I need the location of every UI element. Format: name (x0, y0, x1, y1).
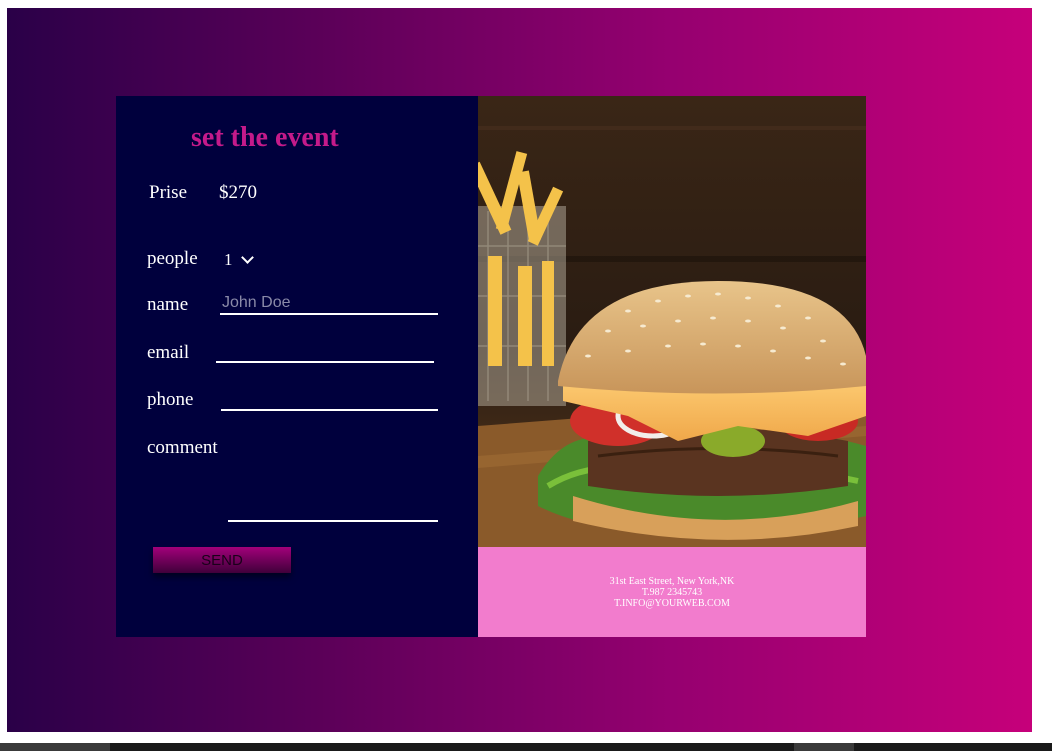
phone-text: T.987 2345743 (641, 586, 703, 598)
email-input[interactable] (216, 341, 434, 363)
event-card: set the event Prise $270 people 1 name e… (116, 96, 866, 637)
food-image-panel: 31st East Street, New York,NK T.987 2345… (478, 96, 866, 637)
taskbar-segment (794, 743, 854, 751)
taskbar (0, 743, 1052, 751)
comment-label: comment (147, 437, 218, 458)
price-label: Prise (149, 182, 187, 203)
people-selected-value: 1 (224, 250, 233, 269)
comment-input[interactable] (228, 500, 438, 522)
event-form: set the event Prise $270 people 1 name e… (116, 96, 478, 637)
email-label: email (147, 342, 190, 363)
burger-photo (478, 96, 866, 547)
chevron-down-icon (240, 251, 254, 264)
form-title: set the event (191, 122, 339, 153)
name-label: name (147, 294, 189, 315)
contact-info-band: 31st East Street, New York,NK T.987 2345… (478, 547, 866, 637)
phone-label: phone (147, 389, 194, 410)
email-text: T.INFO@YOURWEB.COM (614, 597, 730, 609)
taskbar-segment (0, 743, 110, 751)
people-select[interactable]: 1 (224, 248, 264, 272)
address-text: 31st East Street, New York,NK (609, 575, 735, 587)
people-label: people (147, 248, 198, 269)
page-background: set the event Prise $270 people 1 name e… (7, 8, 1032, 732)
send-button[interactable]: SEND (153, 547, 291, 573)
phone-input[interactable] (221, 389, 438, 411)
name-input[interactable] (220, 293, 438, 315)
price-value: $270 (219, 182, 257, 203)
